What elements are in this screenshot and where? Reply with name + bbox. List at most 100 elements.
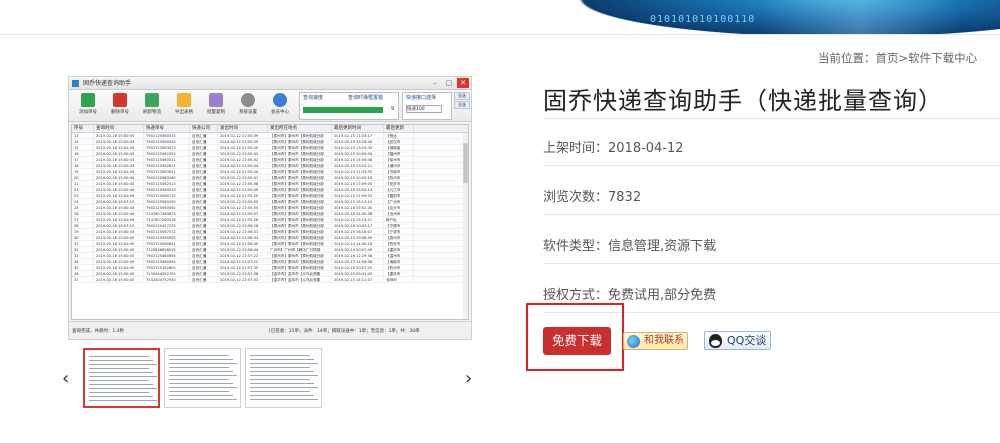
thumbnail-line — [169, 383, 233, 384]
table-cell: 7902125460694 — [144, 253, 190, 258]
thumbnail-line — [89, 384, 153, 385]
table-cell: 百世汇通 — [190, 265, 218, 270]
table-cell: 【泰州市】泰州市【泰州航城分部 — [268, 163, 332, 168]
table-cell: 【宁德市 — [384, 223, 414, 228]
table-cell: 20 — [72, 175, 94, 180]
software-type: 软件类型：信息管理,资源下载 — [543, 235, 716, 254]
popup-checkbox-label: 查询时弹框报错 — [348, 95, 384, 101]
table-cell: 2019-02-16 15:00:43 — [94, 169, 144, 174]
divider — [0, 34, 1000, 35]
maximize-icon: □ — [445, 79, 453, 87]
table-cell: 【安庆市 — [384, 181, 414, 186]
views-value: 7832 — [608, 190, 642, 205]
table-cell: 百世汇通 — [190, 133, 218, 138]
speed-value: 9 — [390, 106, 394, 112]
delete-tool: 删除单号 — [105, 92, 135, 120]
table-cell: 2019-02-12 22:56:40 — [218, 241, 268, 246]
member-tool: 会员中心 — [265, 92, 295, 120]
table-cell: 7132404752930 — [144, 277, 190, 282]
table-cell: 百世汇通 — [190, 187, 218, 192]
contact-label: 和我联系 — [644, 335, 684, 346]
thumbnail-line — [250, 359, 314, 360]
table-cell: 【泰州市】泰州市【泰州航城分部 — [268, 193, 332, 198]
table-cell: 29 — [72, 229, 94, 234]
table-cell: 7902125560521 — [144, 157, 190, 162]
qq-chat-button[interactable]: QQ交谈 — [704, 331, 771, 350]
table-cell: 7147607260873 — [144, 211, 190, 216]
product-screenshot[interactable]: 固乔快递查询助手 – □ ✕ 添加单号 删除单号 刷新物流 导出表格 批量复制 … — [68, 76, 472, 340]
table-cell: 2019-02-12 22:57:38 — [218, 271, 268, 276]
table-cell: 2019-02-14 20:07:49 — [332, 247, 384, 252]
thumbnail-1[interactable] — [83, 348, 160, 408]
thumbnail-2[interactable] — [164, 348, 241, 408]
breadcrumb-section-link[interactable]: 软件下载中心 — [908, 51, 977, 65]
table-cell: 19 — [72, 169, 94, 174]
table-cell: 21 — [72, 181, 94, 186]
thumbnail-3[interactable] — [245, 348, 322, 408]
table-cell: 2019-02-16 15:00:45 — [94, 265, 144, 270]
table-cell: 2019-02-16 15:00:43 — [94, 163, 144, 168]
table-cell: 2019-02-12 22:57:22 — [218, 259, 268, 264]
table-cell: 2019-02-12 22:57:22 — [218, 253, 268, 258]
table-cell: 【泰州市】泰州市【泰州航城分部 — [268, 259, 332, 264]
table-cell: 百世汇通 — [190, 145, 218, 150]
thumbnail-line — [89, 368, 149, 369]
divider — [543, 165, 1000, 166]
close-icon: ✕ — [457, 78, 469, 88]
thumbnail-line — [169, 379, 229, 380]
thumbnail-line — [169, 375, 237, 376]
thumbnail-line — [250, 399, 318, 400]
table-cell: 【重庆市 — [384, 247, 414, 252]
table-cell: 2019-02-15 13:25:34 — [332, 145, 384, 150]
thumbnail-line — [89, 356, 149, 357]
table-cell: 2019-02-16 15:00:45 — [94, 235, 144, 240]
free-download-button[interactable]: 免费下载 — [543, 327, 611, 355]
table-cell: 30 — [72, 235, 94, 240]
license-value: 免费试用,部分免费 — [608, 288, 717, 303]
table-cell: 2019-02-15 14:45:46 — [332, 157, 384, 162]
table-cell: 2019-02-12 22:55:57 — [218, 211, 268, 216]
table-cell: 2019-02-16 15:00:44 — [94, 211, 144, 216]
thumbnail-line — [89, 380, 149, 381]
contact-me-button[interactable]: 和我联系 — [623, 332, 688, 350]
table-cell: 【泰州市】泰州市【泰州航城分部 — [268, 223, 332, 228]
table-cell: 【重庆市 — [384, 271, 414, 276]
table-cell: 7902125563160 — [144, 175, 190, 180]
license: 授权方式：免费试用,部分免费 — [543, 284, 716, 303]
table-cell: 14 — [72, 139, 94, 144]
table-cell: 广州市】广州市【韩中广分拨部 — [268, 247, 332, 252]
table-cell: 7902125562513 — [144, 181, 190, 186]
delete-icon — [113, 93, 127, 107]
table-cell: 2019-02-15 09:41:42 — [332, 271, 384, 276]
table-cell: 26 — [72, 211, 94, 216]
table-cell: 2019-02-15 14:30:36 — [332, 211, 384, 216]
breadcrumb-home-link[interactable]: 首页 — [876, 51, 899, 65]
table-cell: 7147607260578 — [144, 217, 190, 222]
table-cell: 2019-02-12 22:57:35 — [218, 265, 268, 270]
refresh-icon — [145, 93, 159, 107]
interface-label: 快递接口选择 — [406, 95, 437, 101]
thumbnail-line — [89, 364, 157, 365]
table-cell: 2019-02-16 05:02:30 — [332, 205, 384, 210]
table-cell: 2019-02-12 22:56:33 — [218, 235, 268, 240]
table-cell: 【汕头市 — [384, 205, 414, 210]
chat-icon — [627, 335, 640, 348]
table-cell: 百世汇通 — [190, 205, 218, 210]
table-cell: 7902125560150 — [144, 199, 190, 204]
table-cell: 7902125563470 — [144, 145, 190, 150]
table-cell: 2019-02-16 15:00:45 — [94, 247, 144, 252]
breadcrumb: 当前位置：首页>软件下载中心 — [818, 50, 977, 66]
table-cell: 7902125560505 — [144, 235, 190, 240]
thumbnail-line — [89, 360, 153, 361]
table-cell: 2019-02-15 17:09:04 — [332, 181, 384, 186]
carousel-next-icon[interactable]: › — [465, 368, 472, 389]
table-cell: 百世汇通 — [190, 259, 218, 264]
table-cell: 百世汇通 — [190, 193, 218, 198]
table-cell: 百世汇通 — [190, 181, 218, 186]
carousel-prev-icon[interactable]: ‹ — [62, 368, 69, 389]
side-buttons: 全选 全选 — [454, 92, 470, 120]
table-cell: 2019-02-16 10:43:17 — [332, 223, 384, 228]
table-cell: 百世汇通 — [190, 163, 218, 168]
table-cell: 7125836858015 — [144, 247, 190, 252]
table-cell: 【泰州市】泰州市【泰州航城分部 — [268, 187, 332, 192]
